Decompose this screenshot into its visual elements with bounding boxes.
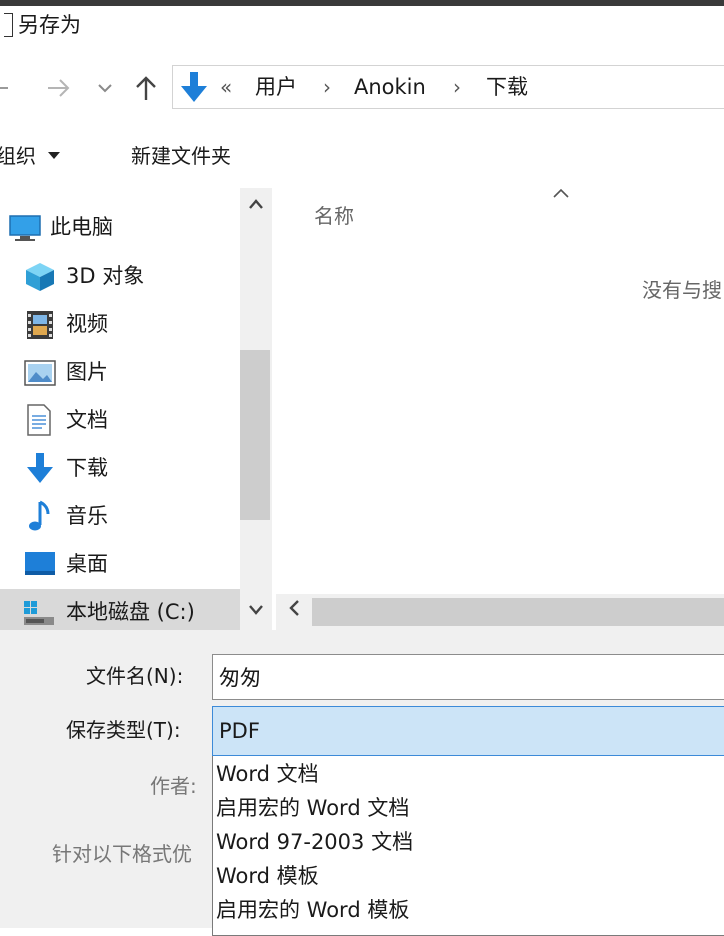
nav-item-label: 3D 对象 xyxy=(66,264,145,288)
navigation-pane: 此电脑 3D 对象 视频 图片 文档 下载 音乐 桌面 本地磁盘 (C:) xyxy=(0,188,240,630)
scrollbar-thumb[interactable] xyxy=(240,350,270,520)
address-segment-users[interactable]: 用户 xyxy=(255,72,297,102)
picture-icon xyxy=(24,360,56,386)
sort-indicator-icon xyxy=(552,184,570,204)
save-type-select[interactable]: PDF xyxy=(212,706,724,756)
filename-label: 文件名(N): xyxy=(86,664,184,688)
nav-item-label: 视频 xyxy=(66,312,108,336)
nav-item-label: 本地磁盘 (C:) xyxy=(66,600,195,624)
save-type-option-word-template[interactable]: Word 模板 xyxy=(216,860,319,894)
document-icon xyxy=(27,404,51,436)
address-segment-anokin[interactable]: Anokin xyxy=(354,72,426,102)
address-overflow-chevron[interactable]: « xyxy=(220,72,232,102)
nav-item-3d-objects[interactable]: 3D 对象 xyxy=(0,253,240,299)
nav-item-label: 文档 xyxy=(66,408,108,432)
chevron-down-icon xyxy=(249,605,263,615)
nav-item-music[interactable]: 音乐 xyxy=(0,493,240,539)
organize-label: 组织 xyxy=(0,144,36,168)
chevron-up-icon xyxy=(249,199,263,209)
new-folder-button[interactable]: 新建文件夹 xyxy=(131,140,231,172)
title-bar xyxy=(0,6,724,44)
desktop-icon xyxy=(25,552,55,575)
chevron-down-icon xyxy=(98,84,112,93)
organize-button[interactable]: 组织 xyxy=(0,140,64,172)
author-label: 作者: xyxy=(150,774,197,798)
nav-item-label: 此电脑 xyxy=(50,215,113,239)
cube-3d-icon xyxy=(26,263,54,291)
save-type-option-word-doc[interactable]: Word 文档 xyxy=(216,758,319,792)
nav-item-downloads[interactable]: 下载 xyxy=(0,445,240,491)
nav-item-label: 下载 xyxy=(66,456,108,480)
forward-button[interactable] xyxy=(46,73,72,103)
nav-item-label: 桌面 xyxy=(66,552,108,576)
address-segment-downloads[interactable]: 下载 xyxy=(486,72,528,102)
chevron-left-icon xyxy=(289,600,299,616)
format-hint-label: 针对以下格式优 xyxy=(52,842,192,866)
music-note-icon xyxy=(29,500,50,531)
address-separator[interactable]: › xyxy=(453,72,461,102)
scroll-down-button[interactable] xyxy=(240,596,272,626)
download-folder-icon xyxy=(178,70,210,104)
scroll-up-button[interactable] xyxy=(240,190,272,220)
window-document-icon xyxy=(4,13,13,37)
nav-item-label: 音乐 xyxy=(66,504,108,528)
file-list[interactable] xyxy=(276,188,724,594)
column-header-name[interactable]: 名称 xyxy=(314,202,354,230)
back-arrow-icon xyxy=(0,87,8,89)
save-type-label: 保存类型(T): xyxy=(66,718,181,742)
nav-item-documents[interactable]: 文档 xyxy=(0,397,240,443)
recent-locations-button[interactable] xyxy=(96,76,114,100)
video-film-icon xyxy=(27,311,53,339)
nav-item-pictures[interactable]: 图片 xyxy=(0,349,240,395)
nav-item-videos[interactable]: 视频 xyxy=(0,301,240,347)
computer-icon xyxy=(9,215,41,241)
window-title: 另存为 xyxy=(18,13,81,37)
save-type-option-word-97-2003[interactable]: Word 97-2003 文档 xyxy=(216,826,413,860)
back-button[interactable] xyxy=(0,73,12,103)
download-arrow-icon xyxy=(27,453,53,483)
caret-down-icon xyxy=(48,152,60,159)
nav-item-label: 图片 xyxy=(66,360,108,384)
up-one-level-button[interactable] xyxy=(133,72,159,104)
save-type-option-word-macro-doc[interactable]: 启用宏的 Word 文档 xyxy=(216,792,409,826)
empty-list-message: 没有与搜 xyxy=(642,278,722,302)
local-disk-icon xyxy=(24,601,54,625)
scroll-left-button[interactable] xyxy=(282,598,306,626)
forward-arrow-icon xyxy=(48,79,70,97)
save-type-option-word-macro-template[interactable]: 启用宏的 Word 模板 xyxy=(216,894,409,928)
filename-input[interactable] xyxy=(212,654,724,700)
nav-item-this-pc[interactable]: 此电脑 xyxy=(0,204,240,250)
horizontal-scrollbar-thumb[interactable] xyxy=(312,598,724,626)
command-bar xyxy=(0,130,724,182)
address-separator[interactable]: › xyxy=(323,72,331,102)
up-arrow-icon xyxy=(136,76,156,100)
nav-item-desktop[interactable]: 桌面 xyxy=(0,541,240,587)
nav-item-local-disk[interactable]: 本地磁盘 (C:) xyxy=(0,589,240,630)
